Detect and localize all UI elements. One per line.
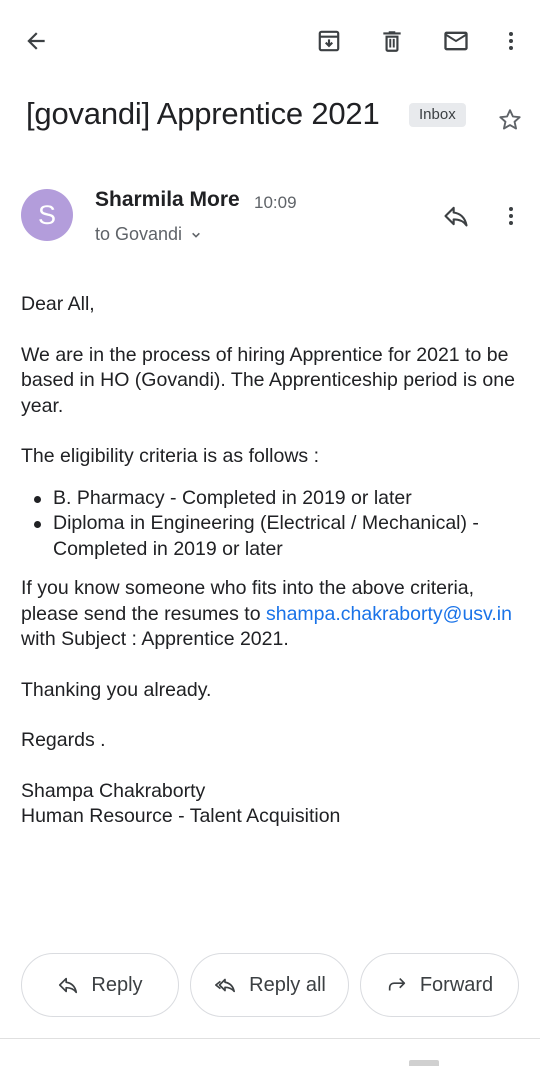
greeting: Dear All, <box>21 293 95 315</box>
email-body: Dear All, We are in the process of hirin… <box>21 292 521 830</box>
archive-icon <box>318 30 340 52</box>
reply-all-icon <box>215 978 236 993</box>
reply-all-button[interactable]: Reply all <box>190 953 349 1017</box>
forward-label: Forward <box>419 973 494 996</box>
mail-icon <box>444 31 468 51</box>
chevron-down-icon <box>188 227 204 243</box>
email-time: 10:09 <box>254 193 297 212</box>
reply-button[interactable]: Reply <box>21 953 179 1017</box>
body-paragraph: Thanking you already. <box>21 678 212 701</box>
inbox-label-chip[interactable]: Inbox <box>409 103 466 127</box>
forward-icon <box>388 977 405 991</box>
body-paragraph: If you know someone who fits into the ab… <box>21 576 521 653</box>
recipient-details-toggle[interactable]: to Govandi <box>95 224 204 245</box>
back-button[interactable] <box>12 17 60 65</box>
reply-label: Reply <box>91 973 143 996</box>
star-outline-icon <box>499 109 521 130</box>
trash-icon <box>383 31 401 52</box>
top-app-bar <box>0 0 540 82</box>
mark-unread-button[interactable] <box>432 17 480 65</box>
star-button[interactable] <box>488 98 532 142</box>
arrow-back-icon <box>27 32 45 50</box>
list-item: B. Pharmacy - Completed in 2019 or later <box>34 486 521 512</box>
more-vert-icon <box>509 32 513 50</box>
bottom-divider <box>0 1038 540 1039</box>
criteria-list: B. Pharmacy - Completed in 2019 or later… <box>21 486 521 563</box>
body-text: with Subject : Apprentice 2021. <box>21 628 289 650</box>
signature-title: Human Resource - Talent Acquisition <box>21 805 341 827</box>
reply-icon <box>444 206 468 227</box>
forward-button[interactable]: Forward <box>360 953 519 1017</box>
body-paragraph: Regards . <box>21 729 106 751</box>
email-link[interactable]: shampa.chakraborty@usv.in <box>266 603 512 625</box>
more-vert-icon <box>509 207 513 225</box>
recipient-text: to Govandi <box>95 224 183 244</box>
email-subject: [govandi] Apprentice 2021 <box>26 96 380 131</box>
reply-icon-button[interactable] <box>432 192 480 240</box>
reply-actions: Reply Reply all Forward <box>21 953 519 1017</box>
body-paragraph: We are in the process of hiring Apprenti… <box>21 343 515 417</box>
scroll-handle[interactable] <box>409 1060 439 1066</box>
body-paragraph: The eligibility criteria is as follows : <box>21 445 320 467</box>
reply-all-label: Reply all <box>249 973 326 996</box>
subject-row: [govandi] Apprentice 2021 Inbox <box>26 96 526 140</box>
list-item: Diploma in Engineering (Electrical / Mec… <box>34 511 521 562</box>
delete-button[interactable] <box>368 17 416 65</box>
sender-avatar[interactable]: S <box>21 189 73 241</box>
sender-name: Sharmila More <box>95 188 240 211</box>
message-more-button[interactable] <box>487 192 535 240</box>
signature-name: Shampa Chakraborty <box>21 779 206 802</box>
more-options-button[interactable] <box>487 17 535 65</box>
archive-button[interactable] <box>305 17 353 65</box>
reply-icon <box>59 977 78 994</box>
